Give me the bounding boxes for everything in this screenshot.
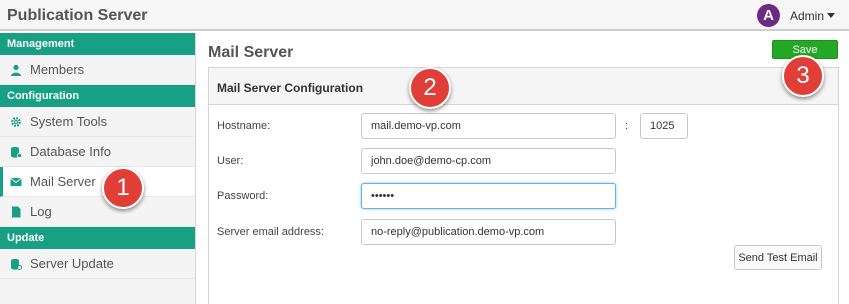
server-email-label: Server email address: <box>217 226 324 238</box>
sidebar-item-label: Mail Server <box>30 174 96 189</box>
sidebar-item-label: System Tools <box>30 114 108 129</box>
user-icon <box>11 64 21 76</box>
caret-down-icon[interactable] <box>827 13 835 18</box>
hostname-label: Hostname: <box>217 120 271 132</box>
callout-badge-2: 2 <box>409 67 451 109</box>
sidebar-item-label: Members <box>30 62 85 77</box>
callout-badge-3: 3 <box>782 55 824 97</box>
server-update-icon <box>11 258 22 270</box>
gear-icon <box>11 116 21 127</box>
sidebar-item-log[interactable]: Log <box>0 197 195 227</box>
sidebar-section-management: Management <box>0 33 195 55</box>
sidebar-item-database-info[interactable]: Database Info <box>0 137 195 167</box>
user-input[interactable] <box>361 148 616 174</box>
hostname-input[interactable] <box>361 113 616 139</box>
password-label: Password: <box>217 190 269 202</box>
panel-title: Mail Server Configuration <box>209 68 838 105</box>
port-input[interactable] <box>640 113 688 139</box>
sidebar-item-mail-server[interactable]: Mail Server <box>0 167 195 197</box>
callout-badge-1: 1 <box>102 167 144 209</box>
sidebar-item-server-update[interactable]: Server Update <box>0 249 195 279</box>
sidebar-item-label: Server Update <box>30 256 114 271</box>
envelope-icon <box>10 177 22 186</box>
sidebar-section-configuration: Configuration <box>0 85 195 107</box>
page-title: Mail Server <box>208 44 294 61</box>
user-menu[interactable]: A Admin <box>756 4 835 27</box>
database-icon <box>11 146 22 158</box>
sidebar-item-system-tools[interactable]: System Tools <box>0 107 195 137</box>
sidebar-item-members[interactable]: Members <box>0 55 195 85</box>
sidebar-section-update: Update <box>0 227 195 249</box>
top-bar: Publication Server A Admin <box>0 0 849 31</box>
port-separator: : <box>625 120 629 132</box>
user-name[interactable]: Admin <box>790 9 824 23</box>
document-icon <box>12 206 21 217</box>
app-title: Publication Server <box>7 7 148 24</box>
password-input[interactable] <box>361 183 616 209</box>
server-email-input[interactable] <box>361 219 616 245</box>
sidebar-item-label: Log <box>30 204 52 219</box>
sidebar-item-label: Database Info <box>30 144 111 159</box>
sidebar: Management Members Configuration System … <box>0 33 196 304</box>
send-test-email-button[interactable]: Send Test Email <box>734 245 822 270</box>
user-label: User: <box>217 155 244 167</box>
avatar[interactable]: A <box>756 4 780 27</box>
